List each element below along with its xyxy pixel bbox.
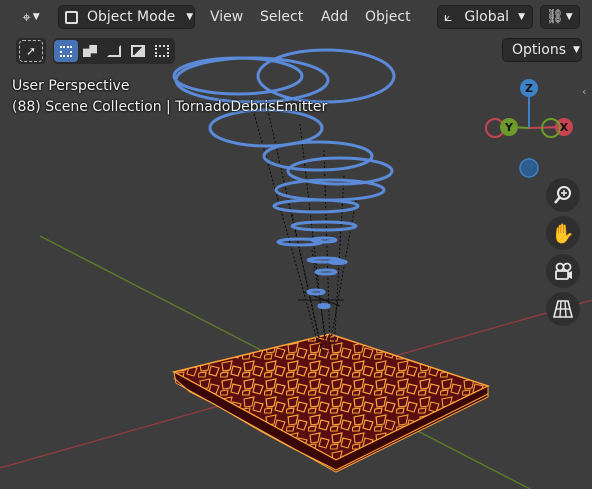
gizmo-neg-z-axis[interactable] [519, 158, 539, 178]
gizmo-y-label: Y [504, 121, 514, 134]
editor-type-button[interactable]: ⌖ ▼ [12, 5, 50, 29]
select-intersect-icon [155, 45, 169, 57]
transform-orientation-selector[interactable]: ⟀ Global ▼ [437, 5, 533, 29]
collection-info: (88) Scene Collection | TornadoDebrisEmi… [12, 99, 328, 115]
options-label: Options [512, 42, 567, 58]
gizmo-z-label: Z [525, 82, 533, 95]
mode-selector[interactable]: Object Mode ▼ [58, 5, 195, 29]
select-subtract-icon [107, 45, 121, 57]
grid-perspective-icon [552, 300, 574, 318]
active-tool-group: ➚ [16, 38, 46, 64]
options-button[interactable]: Options ▼ [502, 38, 582, 62]
camera-icon [555, 262, 572, 280]
view-name: User Perspective [12, 78, 130, 94]
select-extend-icon [83, 45, 97, 57]
toggle-perspective-button[interactable] [546, 292, 580, 326]
zoom-button[interactable] [546, 178, 580, 212]
select-box-button[interactable] [54, 40, 78, 62]
selection-mode-group [53, 38, 175, 64]
menu-select[interactable]: Select [260, 9, 303, 25]
camera-view-button[interactable] [546, 254, 580, 288]
zoom-icon [554, 186, 571, 204]
orientation-axes-icon: ⟀ [444, 9, 453, 25]
3d-viewport[interactable] [0, 0, 592, 489]
select-box-icon [60, 45, 72, 57]
cursor-arrow-icon: ➚ [25, 44, 37, 58]
select-intersect-button[interactable] [150, 40, 174, 62]
menu-view[interactable]: View [210, 9, 243, 25]
hand-pan-icon: ✋ [551, 222, 575, 245]
sidebar-toggle-icon[interactable]: ‹ [582, 85, 586, 98]
gizmo-x-label: X [560, 121, 569, 134]
select-subtract-button[interactable] [102, 40, 126, 62]
chevron-down-icon: ▼ [518, 12, 525, 22]
menu-object[interactable]: Object [365, 9, 411, 25]
chevron-down-icon: ▼ [565, 12, 573, 22]
object-mode-icon [65, 10, 78, 24]
select-invert-button[interactable] [126, 40, 150, 62]
snapping-link-icon: ⛓ [546, 9, 564, 25]
chevron-down-icon: ▼ [186, 12, 194, 22]
navigation-gizmo[interactable]: Z Y X [480, 76, 580, 186]
snapping-button[interactable]: ⛓ ▼ [540, 5, 580, 29]
chevron-down-icon: ▼ [32, 12, 40, 22]
menu-add[interactable]: Add [321, 9, 348, 25]
chevron-down-icon: ▼ [573, 45, 580, 55]
select-invert-icon [131, 45, 145, 57]
transform-gizmo-icon: ⌖ [22, 8, 31, 26]
mode-label: Object Mode [87, 9, 176, 25]
orientation-label: Global [464, 9, 510, 25]
select-cursor-tool[interactable]: ➚ [19, 40, 43, 62]
select-extend-button[interactable] [78, 40, 102, 62]
pan-button[interactable]: ✋ [546, 216, 580, 250]
